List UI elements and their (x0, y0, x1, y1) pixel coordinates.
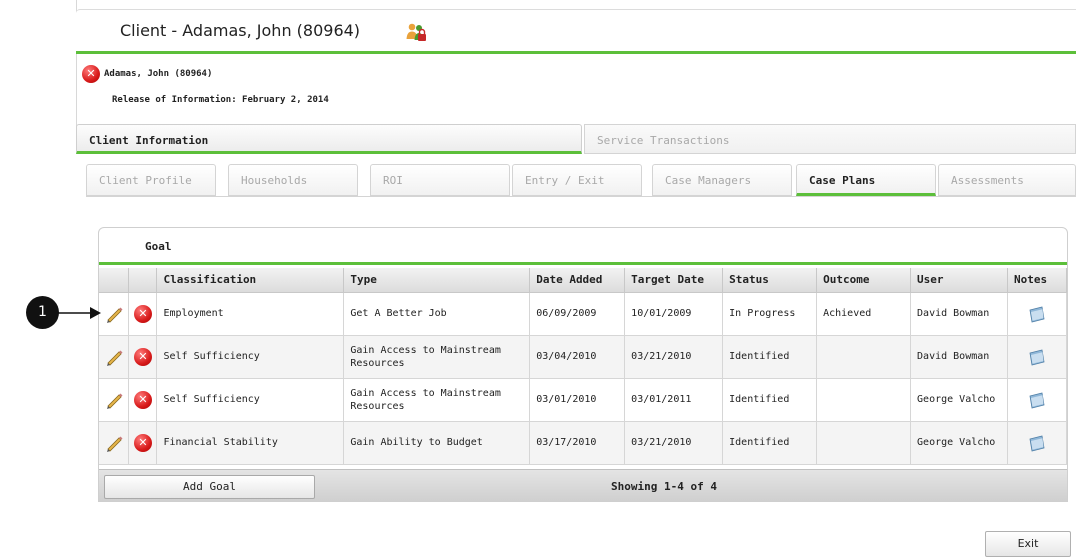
column-header-date-added[interactable]: Date Added (529, 268, 626, 293)
goal-title: Goal (145, 240, 172, 253)
pencil-icon[interactable] (104, 347, 124, 367)
sub-tabs: Client Profile Households ROI Entry / Ex… (86, 164, 1076, 196)
page-title: Client - Adamas, John (80964) (120, 21, 361, 40)
cell-user: David Bowman (910, 292, 1008, 336)
delete-cell: ✕ (128, 335, 158, 379)
pencil-icon[interactable] (104, 433, 124, 453)
cell-outcome (816, 378, 912, 422)
cell-status: Identified (722, 421, 818, 465)
edit-cell (99, 421, 130, 465)
cell-user: George Valcho (910, 378, 1008, 422)
column-header-type[interactable]: Type (343, 268, 531, 293)
cell-date-added: 03/17/2010 (529, 421, 626, 465)
tab-entry-exit[interactable]: Entry / Exit (512, 164, 642, 196)
edit-cell (99, 378, 130, 422)
delete-cell: ✕ (128, 378, 158, 422)
notes-cell (1007, 292, 1068, 336)
delete-icon[interactable]: ✕ (133, 390, 152, 409)
client-name: Adamas, John (80964) (104, 69, 213, 79)
tab-case-plans[interactable]: Case Plans (796, 164, 936, 196)
table-row: ✕ Self Sufficiency Gain Access to Mainst… (99, 335, 1068, 379)
cell-outcome (816, 335, 912, 379)
cell-target-date: 03/21/2010 (624, 421, 724, 465)
cell-user: George Valcho (910, 421, 1008, 465)
callout-arrow-icon (58, 307, 101, 319)
notes-icon[interactable] (1027, 348, 1047, 366)
cell-target-date: 03/21/2010 (624, 335, 724, 379)
notes-icon[interactable] (1027, 305, 1047, 323)
exit-button[interactable]: Exit (985, 531, 1071, 557)
delete-icon[interactable]: ✕ (133, 347, 152, 366)
tab-client-information[interactable]: Client Information (76, 124, 582, 154)
cell-user: David Bowman (910, 335, 1008, 379)
client-info: ✕ Adamas, John (80964) Release of Inform… (76, 57, 1076, 119)
column-header-status[interactable]: Status (722, 268, 818, 293)
table-row: ✕ Employment Get A Better Job 06/09/2009… (99, 292, 1068, 336)
column-header-target-date[interactable]: Target Date (624, 268, 724, 293)
people-lock-icon (406, 23, 426, 41)
cell-type: Get A Better Job (343, 292, 531, 336)
tab-households[interactable]: Households (228, 164, 358, 196)
cell-type: Gain Access to Mainstream Resources (343, 335, 531, 379)
cell-status: Identified (722, 378, 818, 422)
cell-date-added: 03/04/2010 (529, 335, 626, 379)
cell-outcome: Achieved (816, 292, 912, 336)
tab-roi[interactable]: ROI (370, 164, 510, 196)
cell-date-added: 06/09/2009 (529, 292, 626, 336)
table-row: ✕ Self Sufficiency Gain Access to Mainst… (99, 378, 1068, 422)
cell-classification: Financial Stability (156, 421, 345, 465)
tab-case-managers[interactable]: Case Managers (652, 164, 792, 196)
column-header-outcome[interactable]: Outcome (816, 268, 912, 293)
cell-type: Gain Ability to Budget (343, 421, 531, 465)
delete-icon[interactable]: ✕ (133, 304, 152, 323)
notes-cell (1007, 335, 1068, 379)
goal-panel: Goal Classification Type Date Added Targ… (98, 227, 1068, 502)
delete-icon[interactable]: ✕ (133, 433, 152, 452)
cell-target-date: 03/01/2011 (624, 378, 724, 422)
delete-cell: ✕ (128, 421, 158, 465)
cell-target-date: 10/01/2009 (624, 292, 724, 336)
pagination-status: Showing 1-4 of 4 (611, 480, 717, 493)
tab-service-transactions[interactable]: Service Transactions (584, 124, 1076, 154)
cell-status: Identified (722, 335, 818, 379)
edit-cell (99, 292, 130, 336)
goal-header: Goal (99, 228, 1067, 265)
delete-cell: ✕ (128, 292, 158, 336)
notes-icon[interactable] (1027, 391, 1047, 409)
cell-status: In Progress (722, 292, 818, 336)
main-tabs: Client Information Service Transactions (76, 124, 1076, 154)
remove-client-icon[interactable]: ✕ (82, 65, 100, 83)
column-header-user[interactable]: User (910, 268, 1008, 293)
column-header-notes: Notes (1007, 268, 1068, 293)
column-header-edit (99, 268, 130, 293)
pencil-icon[interactable] (104, 304, 124, 324)
cell-type: Gain Access to Mainstream Resources (343, 378, 531, 422)
cell-classification: Self Sufficiency (156, 335, 345, 379)
sub-tabs-divider (86, 196, 1076, 197)
goals-table: Classification Type Date Added Target Da… (99, 268, 1068, 465)
cell-classification: Employment (156, 292, 345, 336)
table-header-row: Classification Type Date Added Target Da… (99, 268, 1068, 293)
tab-assessments[interactable]: Assessments (938, 164, 1076, 196)
column-header-classification[interactable]: Classification (156, 268, 345, 293)
tab-client-profile[interactable]: Client Profile (86, 164, 216, 196)
table-row: ✕ Financial Stability Gain Ability to Bu… (99, 421, 1068, 465)
notes-cell (1007, 421, 1068, 465)
add-goal-button[interactable]: Add Goal (104, 475, 315, 499)
column-header-delete (128, 268, 158, 293)
cell-outcome (816, 421, 912, 465)
notes-icon[interactable] (1027, 434, 1047, 452)
cell-date-added: 03/01/2010 (529, 378, 626, 422)
table-footer: Add Goal Showing 1-4 of 4 (99, 469, 1067, 502)
client-header: Client - Adamas, John (80964) (76, 9, 1076, 54)
release-of-information: Release of Information: February 2, 2014 (112, 95, 329, 105)
edit-cell (99, 335, 130, 379)
pencil-icon[interactable] (104, 390, 124, 410)
cell-classification: Self Sufficiency (156, 378, 345, 422)
callout-number: 1 (26, 296, 59, 329)
notes-cell (1007, 378, 1068, 422)
